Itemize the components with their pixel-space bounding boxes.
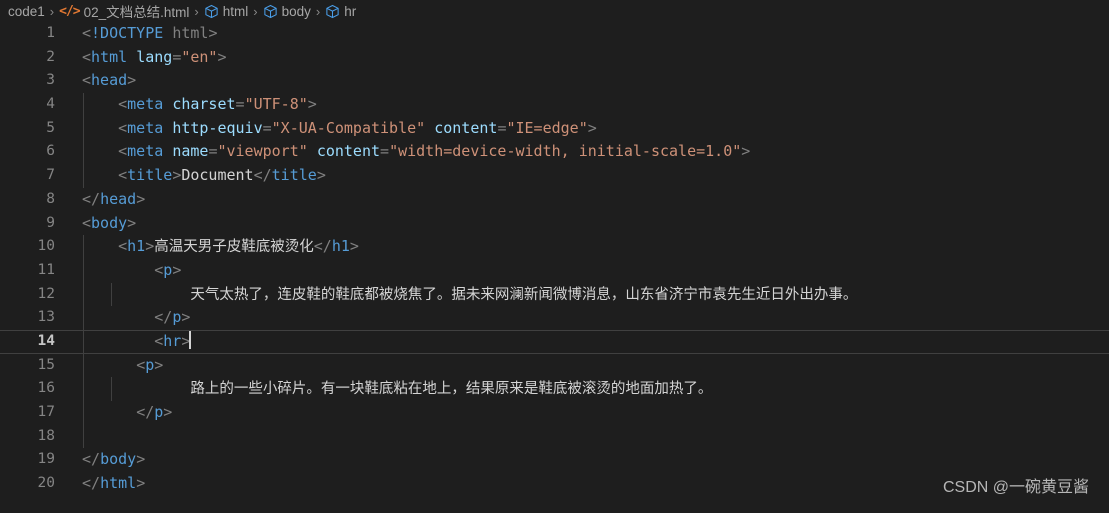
code-line[interactable]: 9 <body> [0,212,1109,236]
line-number: 11 [37,261,55,278]
code-line[interactable]: 15 <p> [0,353,1109,378]
code-line[interactable]: 4 <meta charset="UTF-8"> [0,93,1109,117]
code-line[interactable]: 2 <html lang="en"> [0,46,1109,70]
symbol-cube-icon [325,4,340,19]
line-number: 12 [37,285,55,302]
line-number: 1 [46,25,55,41]
breadcrumb-item-code1[interactable]: code1 [8,4,45,19]
code-line[interactable]: 8 </head> [0,188,1109,212]
breadcrumb-label: 02_文档总结.html [83,5,190,20]
symbol-cube-icon [263,4,278,19]
code-line[interactable]: 13 </p> [0,306,1109,330]
code-text: <h1>高温天男子皮鞋底被烫化</h1> [118,237,359,256]
code-line[interactable]: 12 天气太热了，连皮鞋的鞋底都被烧焦了。据未来网澜新闻微博消息，山东省济宁市袁… [0,282,1109,307]
line-number: 5 [46,119,55,136]
code-text: 路上的一些小碎片。有一块鞋底粘在地上，结果原来是鞋底被滚烫的地面加热了。 [190,381,713,398]
code-line[interactable]: 18 [0,424,1109,449]
code-text: <!DOCTYPE html> [82,24,218,42]
code-line[interactable]: 19 </body> [0,448,1109,472]
line-number: 8 [46,190,55,207]
code-line[interactable]: 6 <meta name="viewport" content="width=d… [0,140,1109,165]
breadcrumb-label: html [222,3,249,19]
line-number: 6 [46,143,55,160]
html-code-icon: </> [59,3,81,19]
code-text: </p> [136,403,173,421]
line-number: 10 [37,238,55,255]
breadcrumb-separator: › [253,3,258,19]
indent-guide [83,424,84,449]
text-cursor [189,330,192,349]
line-number: 19 [37,451,55,468]
line-number: 17 [37,404,55,420]
code-text: 天气太热了，连皮鞋的鞋底都被烧焦了。据未来网澜新闻微博消息，山东省济宁市袁先生近… [190,286,858,303]
breadcrumb: code1 › </> 02_文档总结.html › html › body ›… [0,0,1109,22]
breadcrumb-item-body[interactable]: body [263,4,311,19]
code-text: <body> [82,213,137,232]
breadcrumb-separator: › [315,3,321,19]
code-text: </head> [82,189,146,208]
line-number: 3 [46,72,55,89]
symbol-cube-icon [204,4,219,19]
line-number: 7 [46,167,55,184]
code-line[interactable]: 14 <hr> [0,329,1109,354]
breadcrumb-label: hr [344,3,357,19]
code-line[interactable]: 11 <p> [0,258,1109,283]
breadcrumb-item-hr[interactable]: hr [325,4,356,19]
breadcrumb-separator: › [49,3,55,19]
breadcrumb-item-html[interactable]: html [204,3,249,19]
code-text: <title>Document</title> [118,166,326,185]
code-line[interactable]: 3 <head> [0,69,1109,93]
code-line[interactable]: 10 <h1>高温天男子皮鞋底被烫化</h1> [0,235,1109,259]
line-number: 20 [37,475,55,492]
line-number: 13 [37,309,55,326]
code-text: </body> [82,450,146,469]
code-text: </html> [82,474,146,493]
code-text: <p> [154,260,182,279]
code-line[interactable]: 16 路上的一些小碎片。有一块鞋底粘在地上，结果原来是鞋底被滚烫的地面加热了。 [0,377,1109,401]
line-number: 14 [37,332,55,349]
code-line[interactable]: 1 <!DOCTYPE html> [0,22,1109,46]
code-text: <hr> [154,330,192,350]
code-text: <meta charset="UTF-8"> [118,95,317,114]
code-text: <meta http-equiv="X-UA-Compatible" conte… [118,118,597,137]
watermark: CSDN @一碗黄豆酱 [942,479,1089,496]
line-number: 4 [46,96,55,113]
line-number: 9 [46,214,55,231]
breadcrumb-item-file[interactable]: </> 02_文档总结.html [59,1,189,21]
code-line[interactable]: 7 <title>Document</title> [0,164,1109,188]
code-text: </p> [154,308,191,327]
breadcrumb-label: code1 [8,3,45,19]
line-number: 16 [37,380,55,397]
line-number: 15 [37,356,55,373]
code-editor[interactable]: 1 <!DOCTYPE html> 2 <html lang="en"> 3 <head>… [0,22,1109,513]
code-text: <head> [82,71,137,90]
code-text: <p> [136,355,164,374]
code-line[interactable]: 5 <meta http-equiv="X-UA-Compatible" con… [0,116,1109,141]
breadcrumb-label: body [281,3,311,19]
code-text: <meta name="viewport" content="width=dev… [118,142,751,161]
code-text: <html lang="en"> [82,47,227,66]
line-number: 2 [46,48,55,65]
breadcrumb-separator: › [194,3,199,19]
code-line[interactable]: 17 </p> [0,401,1109,425]
line-number: 18 [37,427,55,444]
